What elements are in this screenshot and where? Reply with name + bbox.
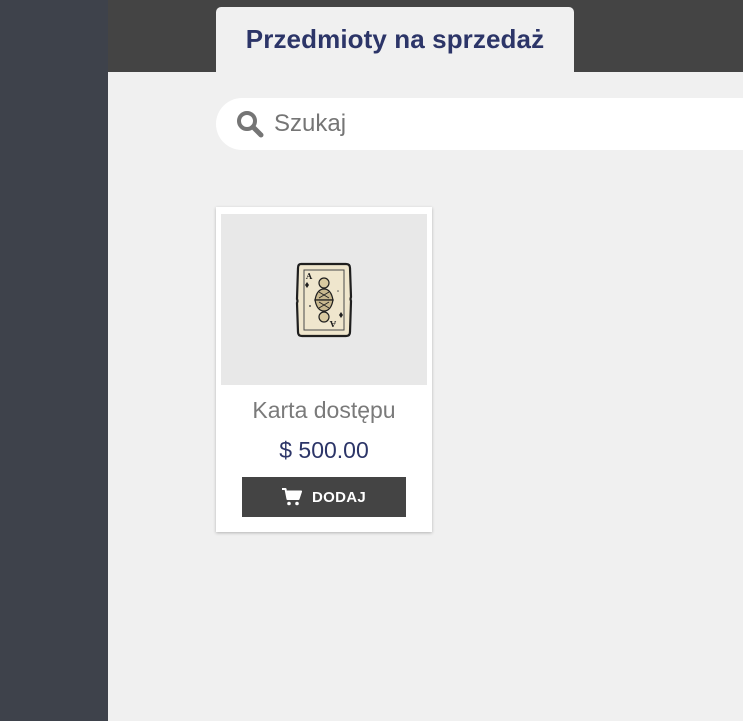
svg-text:A: A [329,319,337,329]
add-to-cart-button[interactable]: DODAJ [242,477,406,517]
tab-label: Przedmioty na sprzedaż [245,24,545,54]
app-root: Przedmioty na sprzedaż A A [0,0,743,721]
product-price: $ 500.00 [279,437,369,463]
playing-card-icon: A A [295,262,353,337]
search-bar[interactable] [216,98,743,150]
product-name: Karta dostępu [252,397,396,423]
product-card: A A Karta dostępu $ 500.00 DODAJ [216,207,432,532]
sidebar [0,0,108,721]
add-button-label: DODAJ [311,488,366,506]
tab-items-for-sale[interactable]: Przedmioty na sprzedaż [216,7,574,72]
cart-icon [281,488,302,506]
svg-text:A: A [305,271,313,281]
search-input[interactable] [274,104,694,144]
search-icon [236,110,264,138]
product-image: A A [221,214,427,385]
